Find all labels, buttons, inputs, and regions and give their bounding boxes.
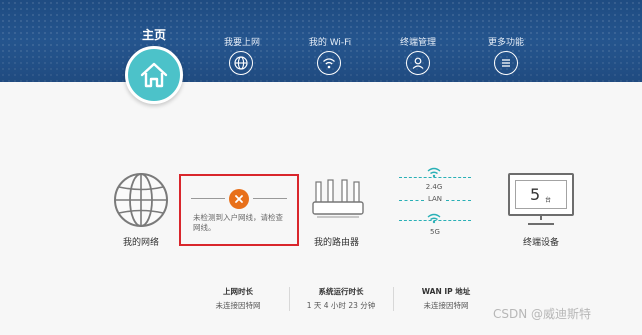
- stat-divider: [289, 287, 290, 311]
- nav-item-label: 更多功能: [487, 38, 524, 48]
- connector-line: [253, 198, 287, 199]
- network-globe-icon[interactable]: [113, 172, 169, 228]
- stat-uptime-title: 系统运行时长: [318, 287, 364, 296]
- watermark: CSDN @威迪斯特: [493, 307, 592, 321]
- monitor-stand: [528, 215, 554, 225]
- nav-item-more[interactable]: 更多功能: [484, 35, 528, 48]
- error-message: 未检测到入户网线，请检查网线。: [193, 213, 283, 232]
- wan-error-panel: 未检测到入户网线，请检查网线。: [179, 174, 299, 246]
- lan-dash-left: [399, 200, 424, 201]
- connector-line: [191, 198, 225, 199]
- stat-divider: [393, 287, 394, 311]
- nav-home-button[interactable]: [125, 46, 183, 104]
- stat-wan-ip-value: 未连接因特网: [423, 301, 469, 310]
- network-label: 我的网络: [123, 238, 160, 248]
- nav-item-label: 我的 Wi-Fi: [308, 38, 352, 48]
- lan-dash-right: [446, 200, 471, 201]
- wifi-5g-icon: [427, 213, 441, 224]
- menu-icon[interactable]: [494, 51, 518, 75]
- error-x-icon: [229, 189, 249, 209]
- devices-label: 终端设备: [523, 238, 560, 248]
- nav-home-label[interactable]: 主页: [126, 26, 182, 43]
- devices-monitor-icon[interactable]: [508, 173, 574, 216]
- stat-online-time-title: 上网时长: [223, 287, 253, 296]
- home-icon: [140, 62, 168, 88]
- device-count: 5: [530, 185, 541, 204]
- stat-wan-ip-title: WAN IP 地址: [421, 287, 471, 296]
- stat-online-time-value: 未连接因特网: [215, 301, 261, 310]
- router-icon[interactable]: [311, 178, 365, 220]
- monitor-inner: [515, 180, 567, 209]
- user-icon[interactable]: [406, 51, 430, 75]
- band-lan-label: LAN: [427, 195, 443, 203]
- nav-item-internet[interactable]: 我要上网: [220, 35, 264, 48]
- band-5g-label: 5G: [430, 228, 440, 236]
- band-24g-label: 2.4G: [425, 183, 443, 191]
- globe-icon[interactable]: [229, 51, 253, 75]
- wifi-icon[interactable]: [317, 51, 341, 75]
- stat-uptime-value: 1 天 4 小时 23 分钟: [306, 301, 376, 310]
- nav-item-label: 终端管理: [399, 38, 436, 48]
- wifi-24g-dash: [399, 177, 471, 178]
- nav-item-wifi[interactable]: 我的 Wi-Fi: [305, 35, 355, 48]
- nav-item-label: 我要上网: [223, 38, 260, 48]
- nav-item-devices[interactable]: 终端管理: [396, 35, 440, 48]
- device-count-unit: 台: [545, 197, 552, 204]
- router-label: 我的路由器: [314, 238, 360, 248]
